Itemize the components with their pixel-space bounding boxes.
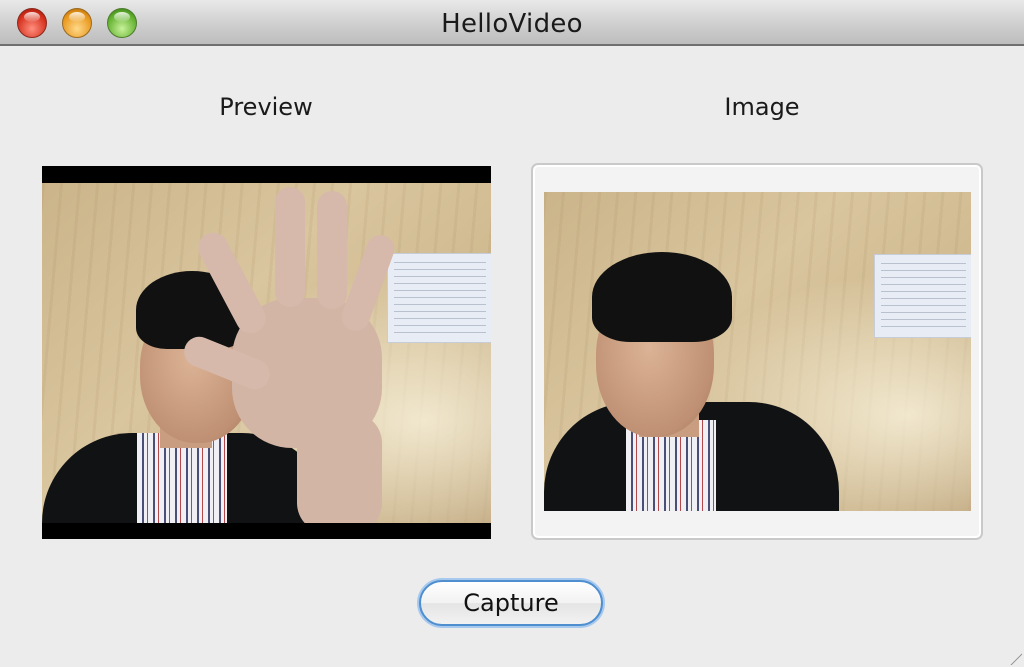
- wall-paper: [874, 254, 971, 338]
- title-bar[interactable]: HelloVideo: [0, 0, 1024, 46]
- person-hair: [592, 252, 732, 342]
- window-title: HelloVideo: [441, 9, 583, 39]
- preview-video: [42, 166, 491, 539]
- preview-label: Preview: [219, 93, 313, 121]
- finger: [317, 191, 347, 309]
- resize-grip[interactable]: [1002, 645, 1022, 665]
- app-window: HelloVideo Preview Image Capture: [0, 0, 1024, 667]
- image-label: Image: [724, 93, 800, 121]
- captured-image-panel: [531, 163, 983, 540]
- preview-video-frame: [42, 183, 491, 523]
- captured-image: [544, 192, 971, 511]
- finger: [275, 187, 305, 307]
- wall-paper: [387, 253, 491, 343]
- forearm: [297, 413, 382, 523]
- capture-button[interactable]: Capture: [419, 580, 603, 626]
